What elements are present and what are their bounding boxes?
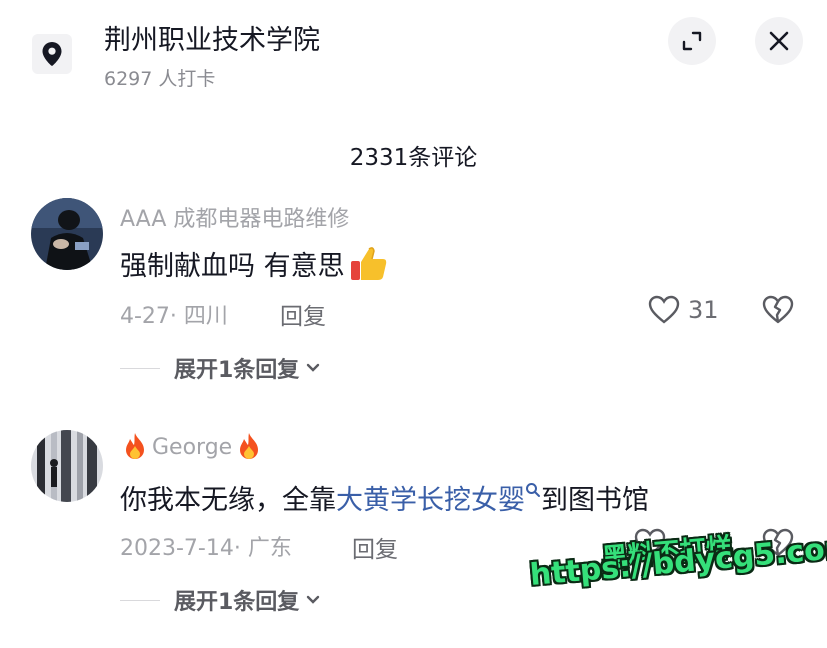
- location-title[interactable]: 荆州职业技术学院: [104, 18, 320, 57]
- reply-button[interactable]: 回复: [352, 530, 398, 564]
- checkin-count: 6297 人打卡: [104, 68, 216, 90]
- expand-replies[interactable]: 展开1条回复: [120, 352, 321, 384]
- reply-button[interactable]: 回复: [280, 297, 326, 331]
- search-link[interactable]: 大黄学长挖女婴: [336, 478, 525, 517]
- comment-meta: 2023-7-14· 广东: [120, 536, 292, 561]
- avatar[interactable]: [31, 198, 103, 270]
- comment-text: 你我本无缘，全靠 大黄学长挖女婴 到图书馆: [120, 478, 649, 517]
- comment-text-content: 强制献血吗 有意思: [120, 251, 345, 282]
- divider: [120, 599, 160, 601]
- comment-username[interactable]: AAA 成都电器电路维修: [120, 201, 349, 233]
- broken-heart-icon: [762, 295, 794, 324]
- chevron-down-icon: [307, 595, 320, 604]
- comment-text-after: 到图书馆: [541, 485, 649, 516]
- expand-replies-label: 展开1条回复: [174, 358, 300, 383]
- avatar[interactable]: [31, 430, 103, 502]
- like-button[interactable]: 31: [648, 295, 719, 325]
- fire-icon: [240, 433, 259, 459]
- expand-icon: [682, 31, 702, 51]
- comment-meta: 4-27· 四川: [120, 304, 228, 329]
- search-icon[interactable]: [525, 482, 541, 498]
- close-icon: [769, 31, 789, 51]
- divider: [120, 367, 160, 369]
- fire-icon: [126, 433, 144, 459]
- expand-button[interactable]: [668, 17, 716, 65]
- comment-username[interactable]: George: [122, 432, 262, 462]
- close-button[interactable]: [755, 17, 803, 65]
- expand-replies-label: 展开1条回复: [174, 590, 300, 615]
- comment-text: 强制献血吗 有意思: [120, 244, 389, 283]
- comment-username-text: George: [152, 434, 233, 460]
- dislike-button[interactable]: [762, 295, 794, 329]
- thumbs-up-icon: [350, 246, 386, 280]
- comment-text-before: 你我本无缘，全靠: [120, 485, 336, 516]
- location-pin-icon: [32, 34, 72, 74]
- chevron-down-icon: [307, 363, 320, 372]
- comment-count: 2331条评论: [349, 145, 478, 171]
- like-count: 31: [688, 296, 719, 324]
- heart-icon: [648, 295, 680, 324]
- expand-replies[interactable]: 展开1条回复: [120, 584, 321, 616]
